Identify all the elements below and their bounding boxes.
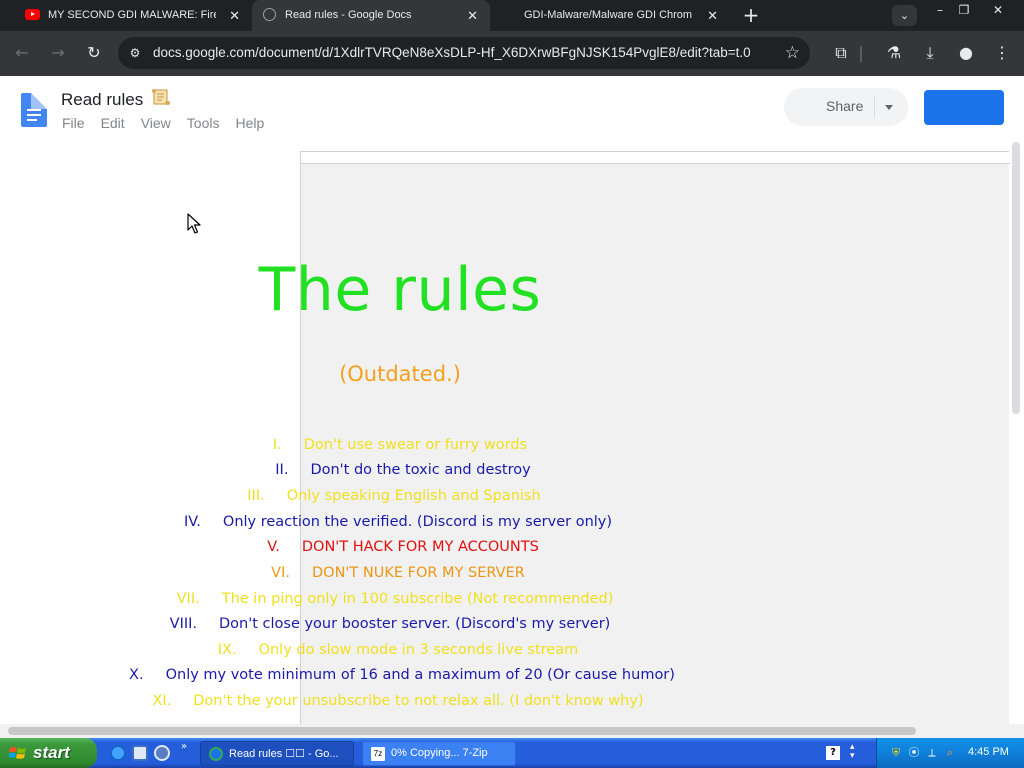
scroll-emoji-icon (152, 89, 170, 105)
language-help-icon[interactable]: ? (826, 746, 840, 760)
youtube-icon (25, 9, 40, 20)
close-icon[interactable]: ✕ (467, 8, 478, 24)
profile-icon[interactable]: ● (955, 42, 977, 64)
sign-in-button[interactable]: Sign in (924, 90, 1004, 125)
rule-item: VII. The in ping only in 100 subscribe (N… (176, 591, 614, 607)
start-button[interactable]: start (0, 738, 97, 768)
clock[interactable]: 4:45 PM (968, 746, 1009, 758)
tab-title: GDI-Malware/Malware GDI Chrom (524, 9, 692, 21)
tab-title: Read rules - Google Docs (285, 9, 412, 21)
bookmark-star-icon[interactable]: ☆ (785, 43, 800, 63)
internet-explorer-icon[interactable] (110, 745, 126, 761)
rule-item: VIII. Don't close your booster server. (D… (169, 616, 611, 632)
chrome-icon (209, 747, 223, 761)
rule-item: IX. Only do slow mode in 3 seconds live s… (217, 642, 579, 658)
windows-taskbar: start » Read rules ☐☐ - Go... 7z 0% Copy… (0, 738, 1024, 768)
horizontal-scrollbar[interactable] (8, 727, 916, 735)
rule-item: V. DON'T HACK FOR MY ACCOUNTS (267, 539, 539, 555)
rule-item: III. Only speaking English and Spanish (247, 488, 541, 504)
address-bar[interactable]: ⚙ docs.google.com/document/d/1XdlrTVRQeN… (118, 37, 810, 69)
github-icon (503, 8, 516, 21)
tab-strip: MY SECOND GDI MALWARE: Firem ✕ Read rule… (0, 0, 1024, 31)
rule-item: XI. Don't the your unsubscribe to not rel… (152, 693, 644, 709)
show-desktop-icon[interactable] (132, 745, 148, 761)
close-icon[interactable]: ✕ (707, 8, 718, 24)
forward-icon[interactable]: → (47, 42, 69, 64)
language-bar-icon[interactable]: ▴ ▾ (850, 743, 855, 761)
new-tab-button[interactable]: + (740, 4, 762, 26)
volume-icon[interactable]: ⟂ (925, 746, 939, 760)
url-text: docs.google.com/document/d/1XdlrTVRQeN8e… (153, 45, 751, 60)
security-shield-icon[interactable]: ⛨ (889, 746, 903, 760)
taskbar-item-label: Read rules ☐☐ - Go... (229, 748, 339, 760)
quick-launch-more-icon[interactable]: » (181, 741, 187, 752)
windows-flag-icon (9, 747, 26, 759)
mouse-cursor-icon (187, 213, 201, 234)
rule-item: II. Don't do the toxic and destroy (275, 462, 531, 478)
close-window-button[interactable]: ✕ (986, 2, 1010, 18)
network-icon[interactable]: ⦿ (907, 746, 921, 760)
rule-item: IV. Only reaction the verified. (Discord … (183, 514, 613, 530)
taskbar-item-chrome[interactable]: Read rules ☐☐ - Go... (200, 741, 354, 766)
search-icon[interactable]: ⌕ (943, 746, 957, 760)
share-divider (874, 96, 875, 118)
menu-edit[interactable]: Edit (101, 115, 125, 131)
media-player-icon[interactable] (154, 745, 170, 761)
document-heading: The rules (258, 255, 542, 325)
document-area: The rules (Outdated.) I. Don't use swear … (0, 140, 1024, 724)
tab-read-rules[interactable]: Read rules - Google Docs ✕ (252, 0, 490, 31)
toolbar-divider: | (858, 43, 864, 62)
minimize-button[interactable]: – (928, 2, 952, 18)
reload-icon[interactable]: ↻ (83, 42, 105, 64)
taskbar-item-label: 0% Copying... 7-Zip (391, 747, 488, 759)
site-info-icon[interactable]: ⚙ (126, 44, 144, 62)
share-label: Share (826, 98, 864, 114)
close-icon[interactable]: ✕ (229, 8, 240, 24)
share-dropdown-icon[interactable] (885, 105, 893, 110)
rule-item: X. Only my vote minimum of 16 and a maxim… (129, 667, 675, 683)
browser-toolbar: ← → ↻ ⚙ docs.google.com/document/d/1Xdlr… (0, 31, 1024, 76)
rule-item: VI. DON'T NUKE FOR MY SERVER (271, 565, 525, 581)
menu-icon[interactable]: ⋮ (991, 42, 1013, 64)
system-tray: ⛨ ⦿ ⟂ ⌕ 4:45 PM (876, 738, 1024, 768)
tab-youtube[interactable]: MY SECOND GDI MALWARE: Firem ✕ (0, 0, 252, 31)
7zip-icon: 7z (371, 747, 385, 761)
document-subtitle: (Outdated.) (339, 362, 461, 386)
document-title[interactable]: Read rules (61, 90, 143, 110)
tab-github[interactable]: GDI-Malware/Malware GDI Chrom ✕ (490, 0, 730, 31)
globe-icon (263, 8, 276, 21)
menu-file[interactable]: File (62, 115, 85, 131)
menu-tools[interactable]: Tools (187, 115, 220, 131)
download-icon[interactable]: ⤓ (919, 42, 941, 64)
restore-button[interactable]: ❐ (952, 2, 976, 18)
labs-icon[interactable]: ⚗ (883, 42, 905, 64)
menu-bar: File Edit View Tools Help (62, 115, 280, 131)
extensions-icon[interactable]: ⧉ (830, 42, 852, 64)
start-label: start (33, 743, 70, 762)
tab-title: MY SECOND GDI MALWARE: Firem (48, 9, 216, 21)
menu-view[interactable]: View (141, 115, 171, 131)
google-docs-logo-icon[interactable] (21, 93, 47, 127)
docs-header: Read rules File Edit View Tools Help Sha… (0, 76, 1024, 140)
back-icon[interactable]: ← (11, 42, 33, 64)
page-top-margin (301, 152, 1010, 164)
vertical-scrollbar[interactable] (1012, 142, 1020, 414)
tab-search-button[interactable]: ⌄ (892, 5, 917, 26)
share-button[interactable]: Share (784, 88, 908, 126)
menu-help[interactable]: Help (235, 115, 264, 131)
taskbar-item-7zip[interactable]: 7z 0% Copying... 7-Zip (362, 741, 516, 766)
rule-item: I. Don't use swear or furry words (272, 437, 528, 453)
